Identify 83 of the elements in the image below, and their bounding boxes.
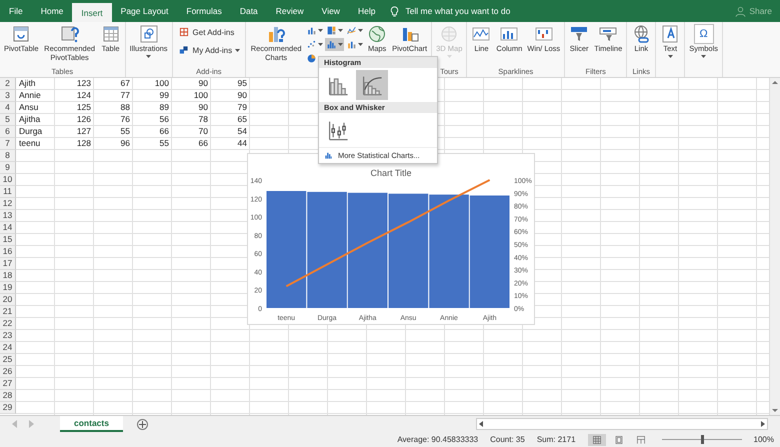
row-number: 18	[0, 270, 16, 282]
row-number: 9	[0, 162, 16, 174]
row-number: 13	[0, 210, 16, 222]
table-cell: 100	[154, 78, 169, 88]
table-cell: 123	[76, 78, 91, 88]
table-cell: Ansu	[19, 102, 38, 112]
table-cell: 128	[76, 138, 91, 148]
row-number: 2	[0, 78, 16, 90]
table-cell: 88	[120, 102, 130, 112]
table-cell: 66	[198, 138, 208, 148]
table-cell: 96	[120, 138, 130, 148]
table-cell: 76	[120, 114, 130, 124]
table-cell: 90	[238, 90, 247, 100]
table-cell: Durga	[19, 126, 42, 136]
row-number: 22	[0, 318, 16, 330]
row-number: 25	[0, 354, 16, 366]
table-cell: 126	[76, 114, 91, 124]
table-cell: 44	[238, 138, 247, 148]
row-number: 17	[0, 258, 16, 270]
table-cell: Annie	[19, 90, 41, 100]
row-number: 15	[0, 234, 16, 246]
row-number: 16	[0, 246, 16, 258]
table-cell: 55	[120, 126, 130, 136]
table-cell: 99	[160, 90, 169, 100]
ribbon-tab[interactable]: Data	[230, 0, 267, 22]
ribbon-tab[interactable]: Page Layout	[112, 0, 178, 22]
row-number: 20	[0, 294, 16, 306]
table-cell: 67	[120, 78, 130, 88]
zoom-level: 100%	[754, 435, 774, 444]
row-number: 19	[0, 282, 16, 294]
row-number: 10	[0, 174, 16, 186]
table-cell: 125	[76, 102, 91, 112]
table-cell: 77	[120, 90, 130, 100]
table-cell: 65	[238, 114, 247, 124]
table-cell: 54	[238, 126, 247, 136]
table-cell: Ajith	[19, 78, 36, 88]
row-number: 8	[0, 150, 16, 162]
ribbon-tab[interactable]: View	[312, 0, 349, 22]
row-number: 28	[0, 390, 16, 402]
ribbon-tab[interactable]: Help	[348, 0, 384, 22]
ribbon-button[interactable]: My Add-ins	[178, 44, 240, 56]
table-cell: 124	[76, 90, 91, 100]
ribbon-tab[interactable]: Home	[32, 0, 72, 22]
table-cell: 66	[160, 126, 169, 136]
row-number: 12	[0, 198, 16, 210]
row-number: 29	[0, 402, 16, 414]
table-cell: 70	[198, 126, 208, 136]
tell-me-field[interactable]: Tell me what you want to do	[405, 6, 510, 16]
status-text: Sum: 2171	[536, 435, 576, 444]
row-number: 3	[0, 90, 16, 102]
sheet-tab[interactable]: contacts	[60, 416, 123, 432]
omega-icon: Ω	[694, 24, 714, 44]
table-cell: Ajitha	[19, 114, 40, 124]
row-number: 6	[0, 126, 16, 138]
table-cell: 127	[76, 126, 91, 136]
row-number: 5	[0, 114, 16, 126]
row-number: 26	[0, 366, 16, 378]
chart-title: Chart Title	[370, 168, 412, 178]
row-number: 11	[0, 186, 16, 198]
table-cell: 90	[198, 78, 208, 88]
table-cell: 55	[160, 138, 169, 148]
ribbon-tab[interactable]: Formulas	[177, 0, 231, 22]
ribbon-tab[interactable]: File	[0, 0, 32, 22]
row-number: 21	[0, 306, 16, 318]
ribbon-tab[interactable]: Insert	[72, 3, 112, 22]
table-cell: 90	[198, 102, 208, 112]
table-cell: 95	[238, 78, 247, 88]
row-number: 14	[0, 222, 16, 234]
table-cell: 78	[198, 114, 208, 124]
row-number: 24	[0, 342, 16, 354]
status-text: Average: 90.45833333	[397, 435, 478, 444]
row-number: 7	[0, 138, 16, 150]
status-text: Count: 35	[490, 435, 525, 444]
ribbon-button[interactable]: Get Add-ins	[178, 26, 240, 38]
table-cell: 56	[160, 114, 169, 124]
table-cell: teenu	[19, 138, 40, 148]
ribbon-tab[interactable]: Review	[266, 0, 313, 22]
table-cell: 100	[194, 90, 208, 100]
row-number: 23	[0, 330, 16, 342]
table-cell: 89	[160, 102, 169, 112]
table-cell: 79	[238, 102, 247, 112]
row-number: 27	[0, 378, 16, 390]
row-number: 4	[0, 102, 16, 114]
